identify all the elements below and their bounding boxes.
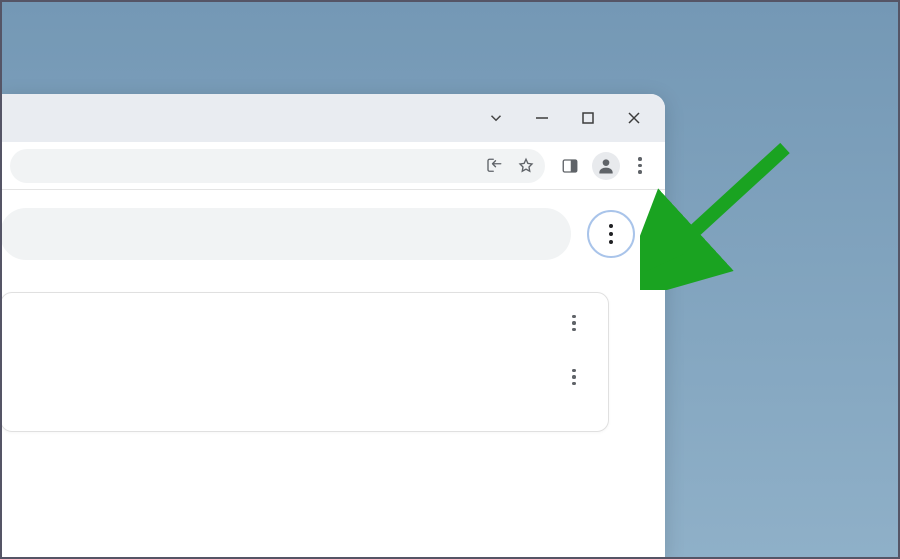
star-icon <box>517 157 535 175</box>
browser-window <box>0 94 665 559</box>
share-icon <box>485 157 503 175</box>
search-field[interactable] <box>0 208 571 260</box>
annotation-arrow <box>640 130 810 290</box>
list-card <box>0 292 609 432</box>
vertical-dots-icon <box>572 369 576 386</box>
close-button[interactable] <box>611 95 657 141</box>
share-button[interactable] <box>485 157 503 175</box>
sidepanel-button[interactable] <box>553 149 587 183</box>
list-item <box>19 307 590 339</box>
row-menu-button[interactable] <box>558 361 590 393</box>
toolbar <box>0 142 665 190</box>
sidepanel-icon <box>561 157 579 175</box>
minimize-icon <box>535 111 549 125</box>
list-item <box>19 361 590 393</box>
page-actions-menu-button[interactable] <box>587 210 635 258</box>
vertical-dots-icon <box>609 224 613 244</box>
page-content <box>0 190 665 432</box>
row-menu-button[interactable] <box>558 307 590 339</box>
chrome-menu-button[interactable] <box>625 151 655 181</box>
maximize-button[interactable] <box>565 95 611 141</box>
vertical-dots-icon <box>572 315 576 332</box>
person-icon <box>596 156 616 176</box>
close-icon <box>627 111 641 125</box>
tabs-dropdown-button[interactable] <box>473 95 519 141</box>
profile-button[interactable] <box>589 149 623 183</box>
avatar <box>592 152 620 180</box>
maximize-icon <box>581 111 595 125</box>
chevron-down-icon <box>487 109 505 127</box>
vertical-dots-icon <box>638 157 642 174</box>
tabstrip <box>0 94 665 142</box>
omnibox[interactable] <box>10 149 545 183</box>
search-row <box>0 208 645 260</box>
minimize-button[interactable] <box>519 95 565 141</box>
bookmark-button[interactable] <box>517 157 535 175</box>
